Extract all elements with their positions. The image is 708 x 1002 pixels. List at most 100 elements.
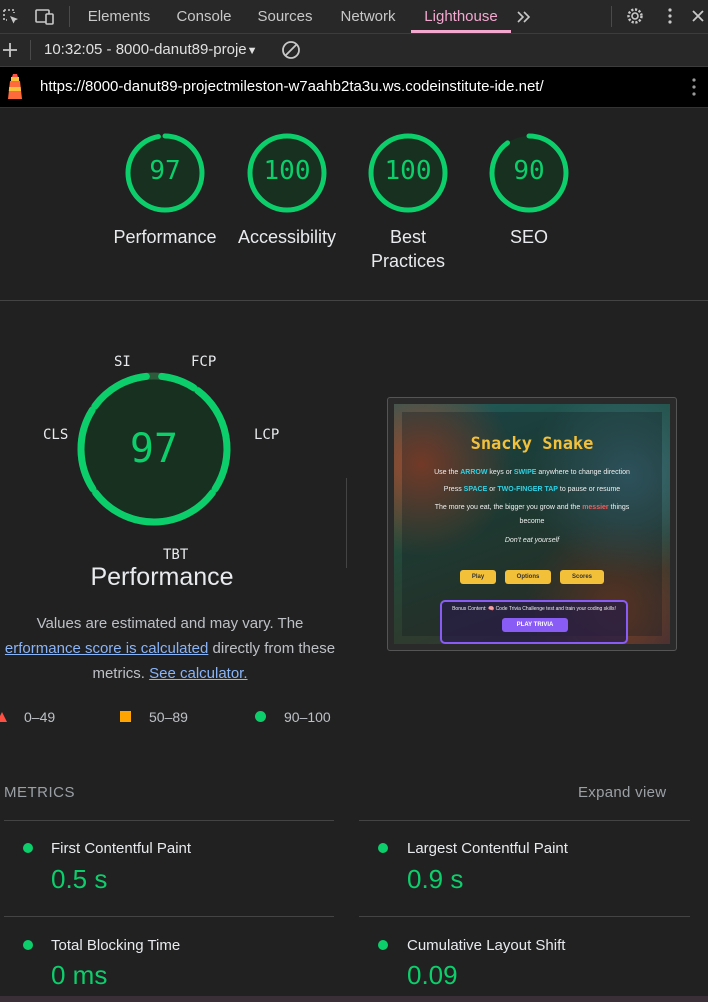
best-practices-label-line-2: Practices — [370, 251, 446, 271]
metric-divider — [359, 820, 690, 821]
preview-text: The more you eat, the bigger you grow an… — [434, 504, 581, 511]
metric-name: Total Blocking Time — [51, 937, 181, 954]
metric-name: Cumulative Layout Shift — [407, 937, 566, 954]
report-url-bar: https://8000-danut89-projectmileston-w7a… — [0, 67, 708, 108]
gauge-label-si: SI — [114, 354, 131, 370]
gauge-label-tbt: TBT — [163, 547, 189, 563]
pass-dot-icon — [378, 843, 388, 853]
description-line-3: metrics. See calculator. — [0, 661, 340, 686]
description-text: metrics. — [92, 665, 145, 682]
gauge-label-lcp: LCP — [254, 427, 280, 443]
metric-divider — [359, 916, 690, 917]
preview-text: or — [489, 486, 496, 493]
preview-line-4: Don't eat yourself — [504, 537, 560, 544]
preview-scores-button: Scores — [560, 570, 604, 584]
inspect-element-icon[interactable] — [0, 6, 22, 28]
preview-text: Use the — [434, 469, 459, 476]
preview-text: keys or — [489, 469, 512, 476]
preview-text: to pause or resume — [559, 486, 621, 493]
devtools-tab-bar: Elements Console Sources Network Lightho… — [0, 0, 708, 34]
preview-line-3b: become — [519, 518, 545, 525]
close-icon[interactable] — [688, 5, 708, 27]
toolbar-divider — [30, 40, 31, 60]
score-calculation-link[interactable]: erformance score is calculated — [5, 640, 208, 657]
expand-view-toggle[interactable]: Expand view — [578, 784, 666, 801]
best-practices-summary-score: 100 — [384, 156, 432, 186]
metrics-heading: METRICS — [4, 784, 75, 801]
description-line-1: Values are estimated and may vary. The — [36, 615, 304, 632]
more-options-kebab-icon[interactable] — [661, 5, 679, 27]
lighthouse-logo-icon — [4, 73, 26, 101]
pass-dot-icon — [378, 940, 388, 950]
section-divider — [0, 300, 708, 301]
bottom-scroll-edge — [0, 996, 708, 1002]
settings-gear-icon[interactable] — [624, 5, 646, 27]
preview-line-3: The more you eat, the bigger you grow an… — [394, 504, 670, 511]
performance-score: 97 — [129, 426, 179, 472]
pass-dot-icon — [23, 843, 33, 853]
tab-sources[interactable]: Sources — [250, 0, 320, 33]
preview-line-2: Press SPACE or TWO-FINGER TAP to pause o… — [394, 486, 670, 493]
url-menu-kebab-icon[interactable] — [688, 77, 700, 97]
seo-summary-score: 90 — [513, 156, 545, 186]
performance-summary-score: 97 — [149, 156, 181, 186]
preview-text: things — [610, 504, 630, 511]
preview-options-button: Options — [505, 570, 551, 584]
description-text: directly from these — [212, 640, 336, 657]
metric-value: 0.9 s — [407, 864, 464, 894]
pass-circle-icon — [255, 711, 266, 722]
more-tabs-icon[interactable] — [513, 6, 535, 28]
report-session-bar: 10:32:05 - 8000-danut89-proje▼ — [0, 34, 708, 67]
tab-lighthouse[interactable]: Lighthouse — [411, 0, 511, 33]
metric-name: Largest Contentful Paint — [407, 840, 568, 857]
average-square-icon — [120, 711, 131, 722]
metric-value: 0 ms — [51, 960, 108, 990]
lighthouse-report: 97 Performance 100 Accessibility 100 Bes… — [0, 108, 708, 1002]
gauge-label-cls: CLS — [43, 427, 69, 443]
preview-highlight: TWO-FINGER TAP — [497, 486, 558, 493]
preview-highlight: messier — [582, 504, 609, 511]
metric-divider — [4, 916, 334, 917]
preview-image: Snacky Snake Use the ARROW keys or SWIPE… — [394, 404, 670, 644]
legend-pass-range: 90–100 — [284, 709, 331, 725]
plus-icon[interactable] — [0, 40, 20, 60]
metric-value: 0.5 s — [51, 864, 108, 894]
see-calculator-link[interactable]: See calculator. — [149, 665, 247, 682]
best-practices-label-line-1: Best — [389, 227, 427, 247]
report-url[interactable]: https://8000-danut89-projectmileston-w7a… — [40, 78, 544, 95]
tab-elements[interactable]: Elements — [79, 0, 159, 33]
legend-average-range: 50–89 — [149, 709, 188, 725]
preview-play-button: Play — [460, 570, 496, 584]
description-line-2: erformance score is calculated directly … — [0, 636, 340, 661]
legend-fail-range: 0–49 — [24, 709, 56, 725]
tab-console[interactable]: Console — [166, 0, 242, 33]
preview-line-1: Use the ARROW keys or SWIPE anywhere to … — [394, 469, 670, 476]
report-selector[interactable]: 10:32:05 - 8000-danut89-proje▼ — [44, 34, 258, 66]
accessibility-summary-label: Accessibility — [237, 227, 337, 247]
tab-network[interactable]: Network — [329, 0, 407, 33]
pass-dot-icon — [23, 940, 33, 950]
column-divider — [346, 478, 347, 568]
preview-text: Press — [443, 486, 462, 493]
preview-text: anywhere to change direction — [538, 469, 630, 476]
performance-summary-label: Performance — [113, 227, 217, 247]
preview-play-trivia-button: PLAY TRIVIA — [502, 618, 568, 632]
metric-name: First Contentful Paint — [51, 840, 192, 857]
toolbar-divider — [611, 6, 612, 27]
preview-bonus-panel: Bonus Content: 🧠 Code Trivia Challenge t… — [440, 600, 628, 644]
metric-value: 0.09 — [407, 960, 458, 990]
performance-title: Performance — [90, 563, 234, 591]
dropdown-triangle-icon: ▼ — [246, 45, 258, 57]
clear-block-icon[interactable] — [280, 39, 302, 61]
preview-bonus-text: Bonus Content: 🧠 Code Trivia Challenge t… — [452, 606, 616, 612]
preview-highlight: SPACE — [463, 486, 488, 493]
report-selector-label: 10:32:05 - 8000-danut89-proje — [44, 41, 247, 58]
gauge-label-fcp: FCP — [191, 354, 217, 370]
page-screenshot-preview[interactable]: Snacky Snake Use the ARROW keys or SWIPE… — [387, 397, 677, 651]
device-toolbar-icon[interactable] — [34, 6, 56, 28]
best-practices-summary-label: Best Practices — [347, 225, 469, 273]
accessibility-summary-score: 100 — [263, 156, 311, 186]
preview-highlight: SWIPE — [513, 469, 537, 476]
active-tab-indicator — [411, 30, 511, 33]
performance-description: Values are estimated and may vary. The e… — [0, 611, 340, 686]
